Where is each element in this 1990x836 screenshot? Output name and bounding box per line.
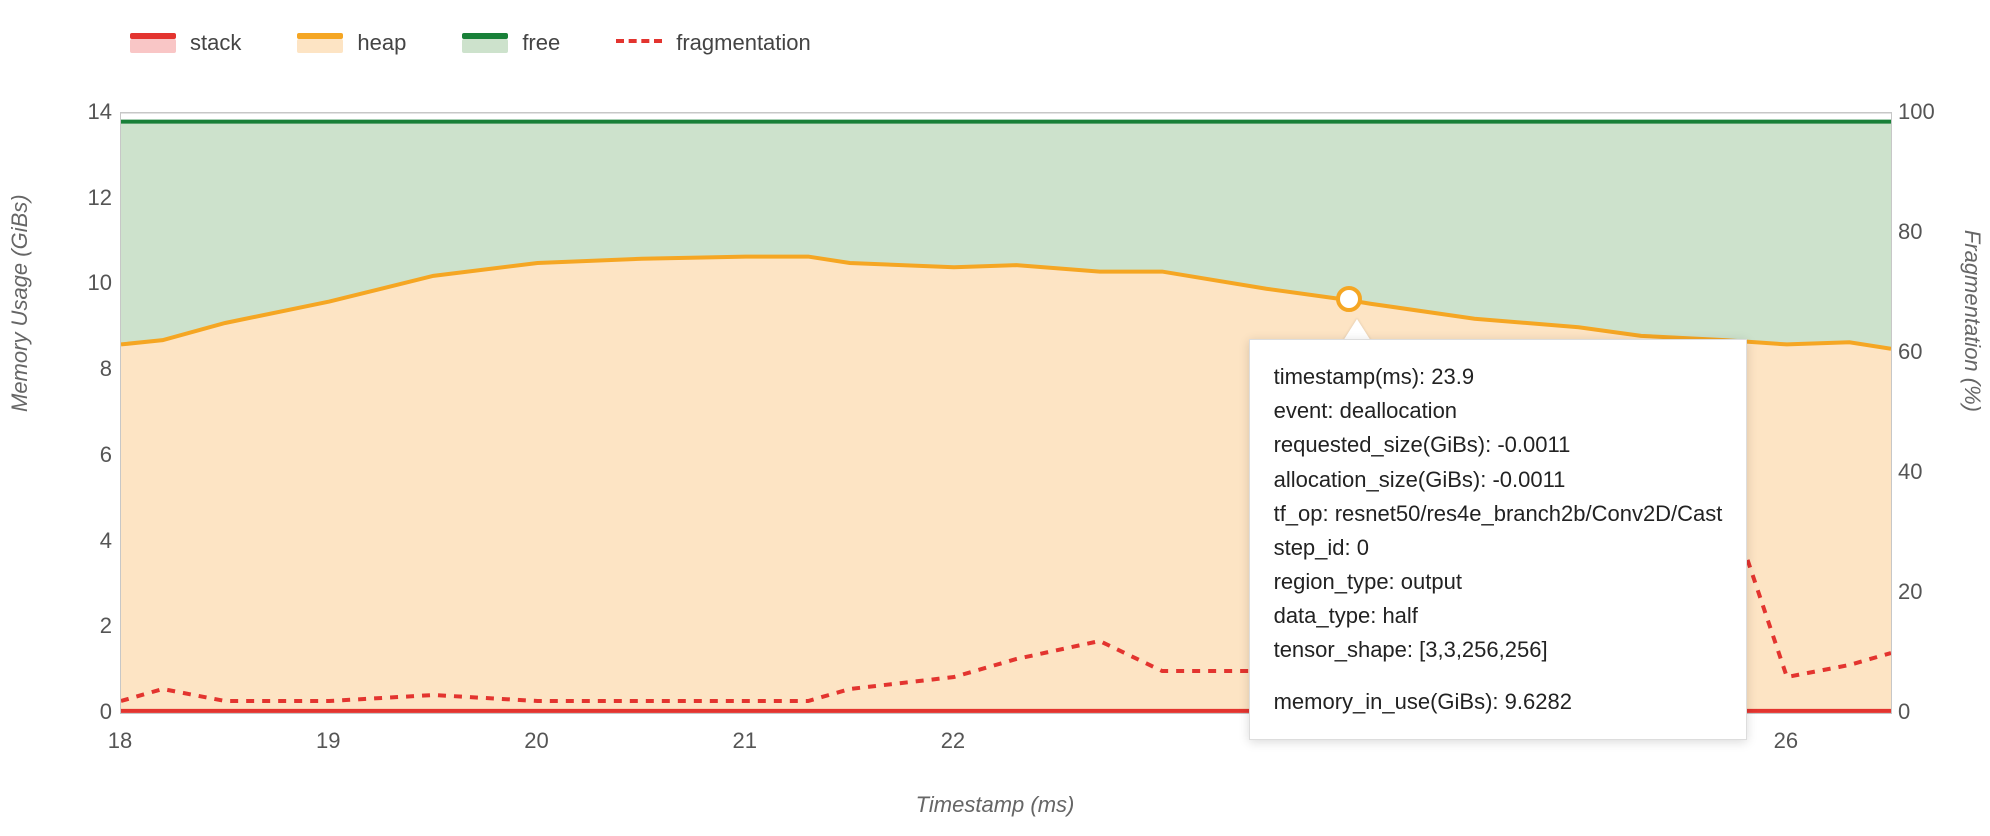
memory-chart-container: stack heap free fragmentation Memory Usa… [0, 0, 1990, 836]
y-tick-left: 2 [100, 613, 112, 639]
x-tick: 21 [732, 728, 756, 754]
y-tick-right: 0 [1898, 699, 1910, 725]
legend-label-fragmentation: fragmentation [676, 30, 811, 56]
legend-item-stack[interactable]: stack [130, 30, 241, 56]
tooltip-row: tensor_shape: [3,3,256,256] [1274, 633, 1723, 667]
y-tick-left: 6 [100, 442, 112, 468]
legend-item-fragmentation[interactable]: fragmentation [616, 30, 811, 56]
legend-label-free: free [522, 30, 560, 56]
y-tick-right: 80 [1898, 219, 1922, 245]
tooltip-row: tf_op: resnet50/res4e_branch2b/Conv2D/Ca… [1274, 497, 1723, 531]
y-tick-right: 100 [1898, 99, 1935, 125]
y-axis-left-label: Memory Usage (GiBs) [7, 194, 33, 412]
x-tick: 20 [524, 728, 548, 754]
tooltip-callout-arrow [1343, 319, 1371, 341]
legend-label-stack: stack [190, 30, 241, 56]
x-tick: 18 [108, 728, 132, 754]
x-tick: 26 [1774, 728, 1798, 754]
y-tick-left: 8 [100, 356, 112, 382]
y-tick-left: 12 [88, 185, 112, 211]
tooltip-row: step_id: 0 [1274, 531, 1723, 565]
tooltip-row: allocation_size(GiBs): -0.0011 [1274, 463, 1723, 497]
legend-item-free[interactable]: free [462, 30, 560, 56]
legend-item-heap[interactable]: heap [297, 30, 406, 56]
legend-label-heap: heap [357, 30, 406, 56]
x-tick: 22 [941, 728, 965, 754]
y-tick-left: 10 [88, 270, 112, 296]
x-axis-label: Timestamp (ms) [916, 792, 1075, 818]
legend-swatch-free [462, 33, 508, 53]
y-tick-right: 40 [1898, 459, 1922, 485]
legend-swatch-fragmentation [616, 39, 662, 49]
tooltip-summary: memory_in_use(GiBs): 9.6282 [1274, 685, 1723, 719]
y-tick-right: 60 [1898, 339, 1922, 365]
y-axis-left: 02468101214 [65, 112, 120, 712]
tooltip-row: data_type: half [1274, 599, 1723, 633]
datapoint-tooltip: timestamp(ms): 23.9event: deallocationre… [1249, 339, 1748, 740]
y-tick-left: 0 [100, 699, 112, 725]
y-tick-right: 20 [1898, 579, 1922, 605]
legend: stack heap free fragmentation [130, 30, 811, 56]
y-tick-left: 4 [100, 528, 112, 554]
y-tick-left: 14 [88, 99, 112, 125]
y-axis-right-label: Fragmentation (%) [1959, 230, 1985, 412]
hover-point-marker [1336, 286, 1362, 312]
tooltip-row: event: deallocation [1274, 394, 1723, 428]
legend-swatch-stack [130, 33, 176, 53]
x-tick: 19 [316, 728, 340, 754]
tooltip-row: timestamp(ms): 23.9 [1274, 360, 1723, 394]
tooltip-row: region_type: output [1274, 565, 1723, 599]
y-axis-right: 020406080100 [1890, 112, 1945, 712]
legend-swatch-heap [297, 33, 343, 53]
tooltip-row: requested_size(GiBs): -0.0011 [1274, 428, 1723, 462]
